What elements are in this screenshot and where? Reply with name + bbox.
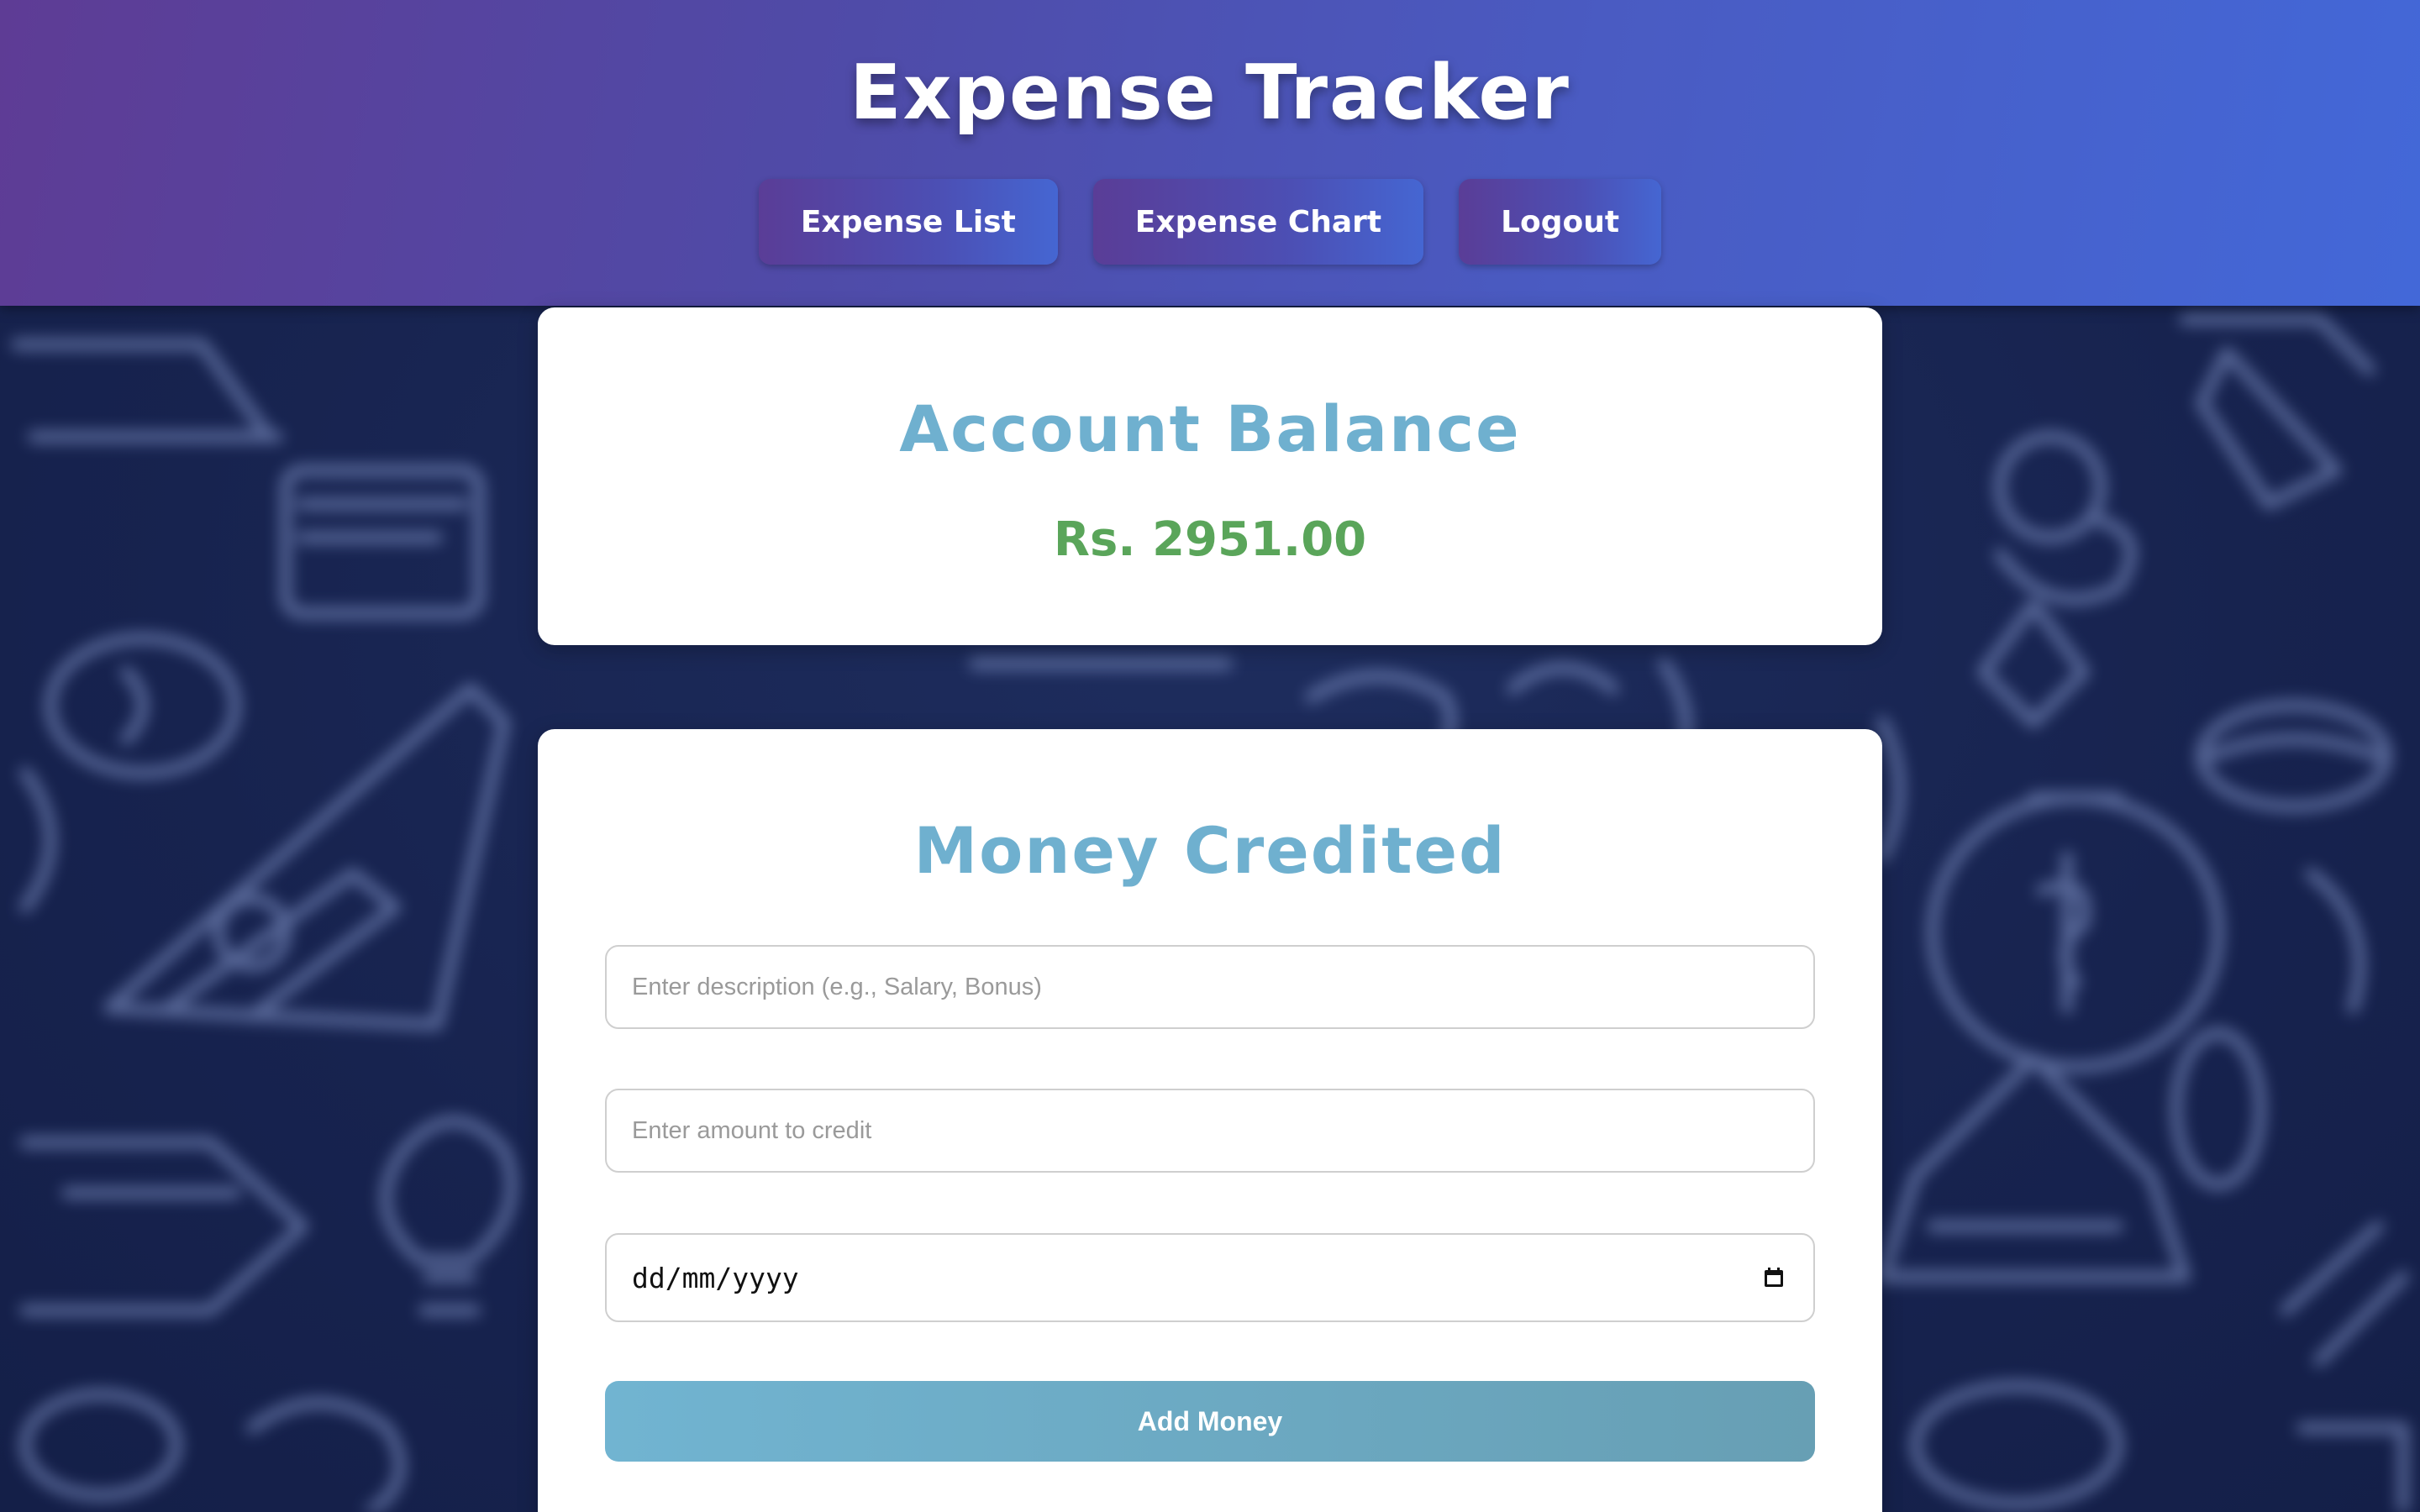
app-title: Expense Tracker (850, 49, 1570, 137)
add-money-button[interactable]: Add Money (605, 1381, 1815, 1462)
date-input[interactable]: dd/mm/yyyy (605, 1233, 1815, 1322)
account-balance-heading: Account Balance (899, 391, 1521, 466)
expense-list-button[interactable]: Expense List (758, 179, 1058, 265)
app-header: Expense Tracker Expense List Expense Cha… (0, 0, 2420, 306)
money-credited-heading: Money Credited (913, 813, 1507, 888)
account-balance-card: Account Balance Rs. 2951.00 (538, 307, 1882, 645)
calendar-icon[interactable] (1763, 1267, 1785, 1289)
amount-input[interactable] (605, 1089, 1815, 1173)
description-input[interactable] (605, 945, 1815, 1029)
date-input-value: dd/mm/yyyy (632, 1261, 799, 1294)
expense-chart-button[interactable]: Expense Chart (1092, 179, 1424, 265)
logout-button[interactable]: Logout (1459, 179, 1662, 265)
money-credited-card: Money Credited dd/mm/yyyy Add Money (538, 729, 1882, 1512)
main-nav: Expense List Expense Chart Logout (0, 179, 2420, 265)
account-balance-amount: Rs. 2951.00 (1053, 512, 1367, 567)
